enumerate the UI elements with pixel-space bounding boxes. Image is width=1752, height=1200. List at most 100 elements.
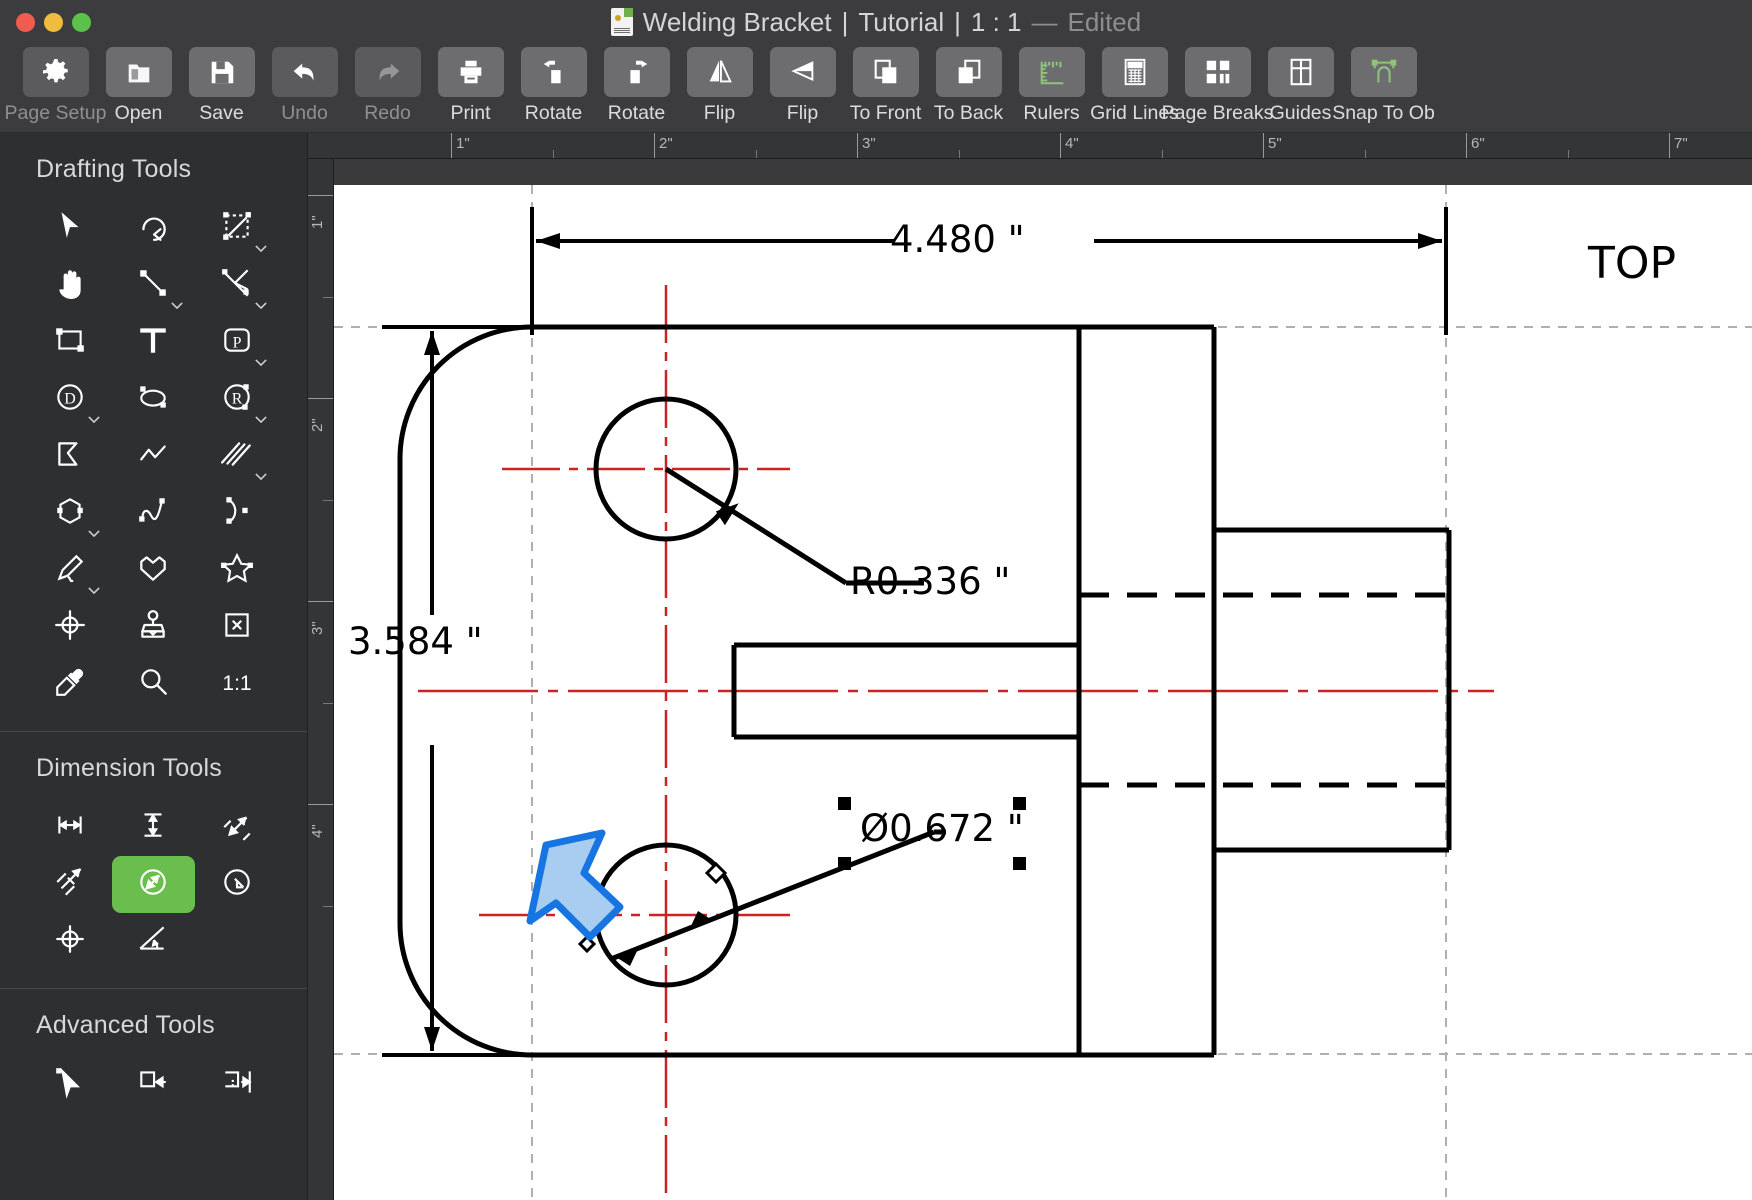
tool-button-spline[interactable] (112, 485, 196, 542)
toolbar-button-undo[interactable]: Undo (263, 44, 346, 125)
tool-button-selection-arrow[interactable] (28, 200, 112, 257)
tool-button-zoom-one-to-one[interactable]: 1:1 (195, 656, 279, 713)
toolbar-button-redo[interactable]: Redo (346, 44, 429, 125)
hole-diameter-leader[interactable] (610, 829, 946, 966)
tool-button-eyedropper[interactable] (28, 656, 112, 713)
horizontal-dimension-icon (53, 808, 87, 847)
tool-button-trim-left[interactable] (112, 1056, 196, 1113)
toolbar-button-rulers[interactable]: Rulers (1010, 44, 1093, 125)
tool-button-datum-target[interactable] (28, 913, 112, 970)
toolbar-button-to-front[interactable]: To Front (844, 44, 927, 125)
tool-button-polyline[interactable] (112, 428, 196, 485)
toolbar-button-rotate[interactable]: Rotate (512, 44, 595, 125)
tool-button-chamfer[interactable] (28, 428, 112, 485)
tool-button-vertical-dimension[interactable] (112, 799, 196, 856)
selection-handle-bottom-left[interactable] (838, 857, 851, 870)
toolbar-button-rotate[interactable]: Rotate (595, 44, 678, 125)
toolbar-button-to-back[interactable]: To Back (927, 44, 1010, 125)
circle-r-icon: R (220, 380, 254, 419)
tool-button-baseline-dimension[interactable] (28, 856, 112, 913)
title-separator-1: | (841, 6, 849, 37)
tool-button-hatch-lines[interactable] (195, 428, 279, 485)
tool-button-stamp[interactable] (112, 599, 196, 656)
tool-button-radius-dimension[interactable] (195, 856, 279, 913)
selection-arrow-icon (53, 209, 87, 248)
ruler-half-tick (323, 702, 333, 704)
tool-button-extend-right[interactable] (195, 1056, 279, 1113)
view-label-top[interactable]: TOP (1588, 238, 1676, 289)
document-scale: 1 : 1 (970, 6, 1022, 37)
ruler-label: 3" (862, 135, 876, 152)
toolbar-button-label: To Front (849, 102, 922, 124)
tool-button-polygon-p[interactable]: P (195, 314, 279, 371)
aligned-dimension-icon (220, 808, 254, 847)
toolbar-button-guides[interactable]: Guides (1259, 44, 1342, 125)
polyline-icon (136, 437, 170, 476)
drawing-canvas[interactable]: 4.480 " TOP 3.584 " R0.336 " Ø0.672 " (334, 159, 1752, 1200)
fillet-radius-dimension-text[interactable]: R0.336 " (850, 560, 1010, 603)
tool-button-arc[interactable] (195, 485, 279, 542)
tool-button-circle-d[interactable]: D (28, 371, 112, 428)
toolbar-button-flip[interactable]: Flip (761, 44, 844, 125)
tool-button-star-shape[interactable] (195, 542, 279, 599)
title-bar: Welding Bracket | Tutorial | 1 : 1 — Edi… (0, 0, 1752, 44)
toolbar-button-print[interactable]: Print (429, 44, 512, 125)
horizontal-ruler[interactable]: 1" 2" 3" 4" 5" 6" 7" (308, 133, 1752, 159)
ruler-label: 2" (659, 135, 673, 152)
toolbar-button-save[interactable]: Save (180, 44, 263, 125)
tool-button-angular-dimension[interactable] (112, 913, 196, 970)
toolbar-button-page-setup[interactable]: Page Setup (5, 44, 106, 125)
toolbar-button-page-breaks[interactable]: Page Breaks (1162, 44, 1273, 125)
tool-button-delete-box[interactable] (195, 599, 279, 656)
ruler-tick (857, 133, 858, 158)
toolbar-button-label: Rulers (1023, 102, 1080, 124)
hole-diameter-dimension-text[interactable]: Ø0.672 " (860, 807, 1024, 850)
toolbar-button-open[interactable]: Open (97, 44, 180, 125)
radius-dimension-icon (220, 865, 254, 904)
text-icon (136, 323, 170, 362)
drawing-page[interactable]: 4.480 " TOP 3.584 " R0.336 " Ø0.672 " (334, 185, 1752, 1200)
tool-button-circle-r[interactable]: R (195, 371, 279, 428)
overall-height-dimension-text[interactable]: 3.584 " (348, 620, 483, 663)
overall-width-dimension-text[interactable]: 4.480 " (890, 218, 1025, 261)
selection-handle-top-right[interactable] (1013, 797, 1026, 810)
toolbar-button-label: Flip (786, 102, 819, 124)
undo-arrow-icon (271, 47, 338, 97)
tool-button-rectangle[interactable] (28, 314, 112, 371)
sidebar-tool-grid (0, 793, 307, 978)
ruler-tick (654, 133, 655, 158)
tool-button-center-mark[interactable] (28, 599, 112, 656)
toolbar-button-label: Open (114, 102, 163, 124)
toolbar-button-snap-to-ob[interactable]: Snap To Ob (1332, 44, 1435, 125)
toolbar-button-label: To Back (933, 102, 1004, 124)
tool-button-diameter-dimension[interactable] (111, 856, 196, 913)
drawing-vector-content (334, 185, 1752, 1200)
tool-button-scale-selection[interactable] (195, 200, 279, 257)
title-dash: — (1031, 6, 1058, 37)
toolbar-button-label: Flip (703, 102, 736, 124)
tool-button-aligned-dimension[interactable] (195, 799, 279, 856)
guide-lines (334, 185, 1752, 1200)
tool-button-node-edit[interactable] (28, 1056, 112, 1113)
tool-button-horizontal-dimension[interactable] (28, 799, 112, 856)
ruler-half-tick (1364, 150, 1366, 158)
toolbar-button-flip[interactable]: Flip (678, 44, 761, 125)
heart-shape-icon (136, 551, 170, 590)
sidebar-section-title: Advanced Tools (36, 1011, 215, 1039)
tool-button-hexagon[interactable] (28, 485, 112, 542)
ruler-half-tick (755, 150, 757, 158)
tool-button-text[interactable] (112, 314, 196, 371)
tool-button-line[interactable] (112, 257, 196, 314)
vertical-ruler[interactable]: 1" 2" 3" 4" (308, 159, 334, 1200)
tool-button-pan-hand[interactable] (28, 257, 112, 314)
tool-button-parallel-offset[interactable] (195, 257, 279, 314)
selection-handle-top-left[interactable] (838, 797, 851, 810)
selection-handle-bottom-right[interactable] (1013, 857, 1026, 870)
ruler-half-tick (1567, 150, 1569, 158)
tool-button-freehand-pencil[interactable] (28, 542, 112, 599)
tool-button-rotate-object[interactable] (112, 200, 196, 257)
tool-button-magnifier-zoom[interactable] (112, 656, 196, 713)
tool-button-heart-shape[interactable] (112, 542, 196, 599)
ruler-tick (308, 804, 333, 805)
tool-button-ellipse[interactable] (112, 371, 196, 428)
